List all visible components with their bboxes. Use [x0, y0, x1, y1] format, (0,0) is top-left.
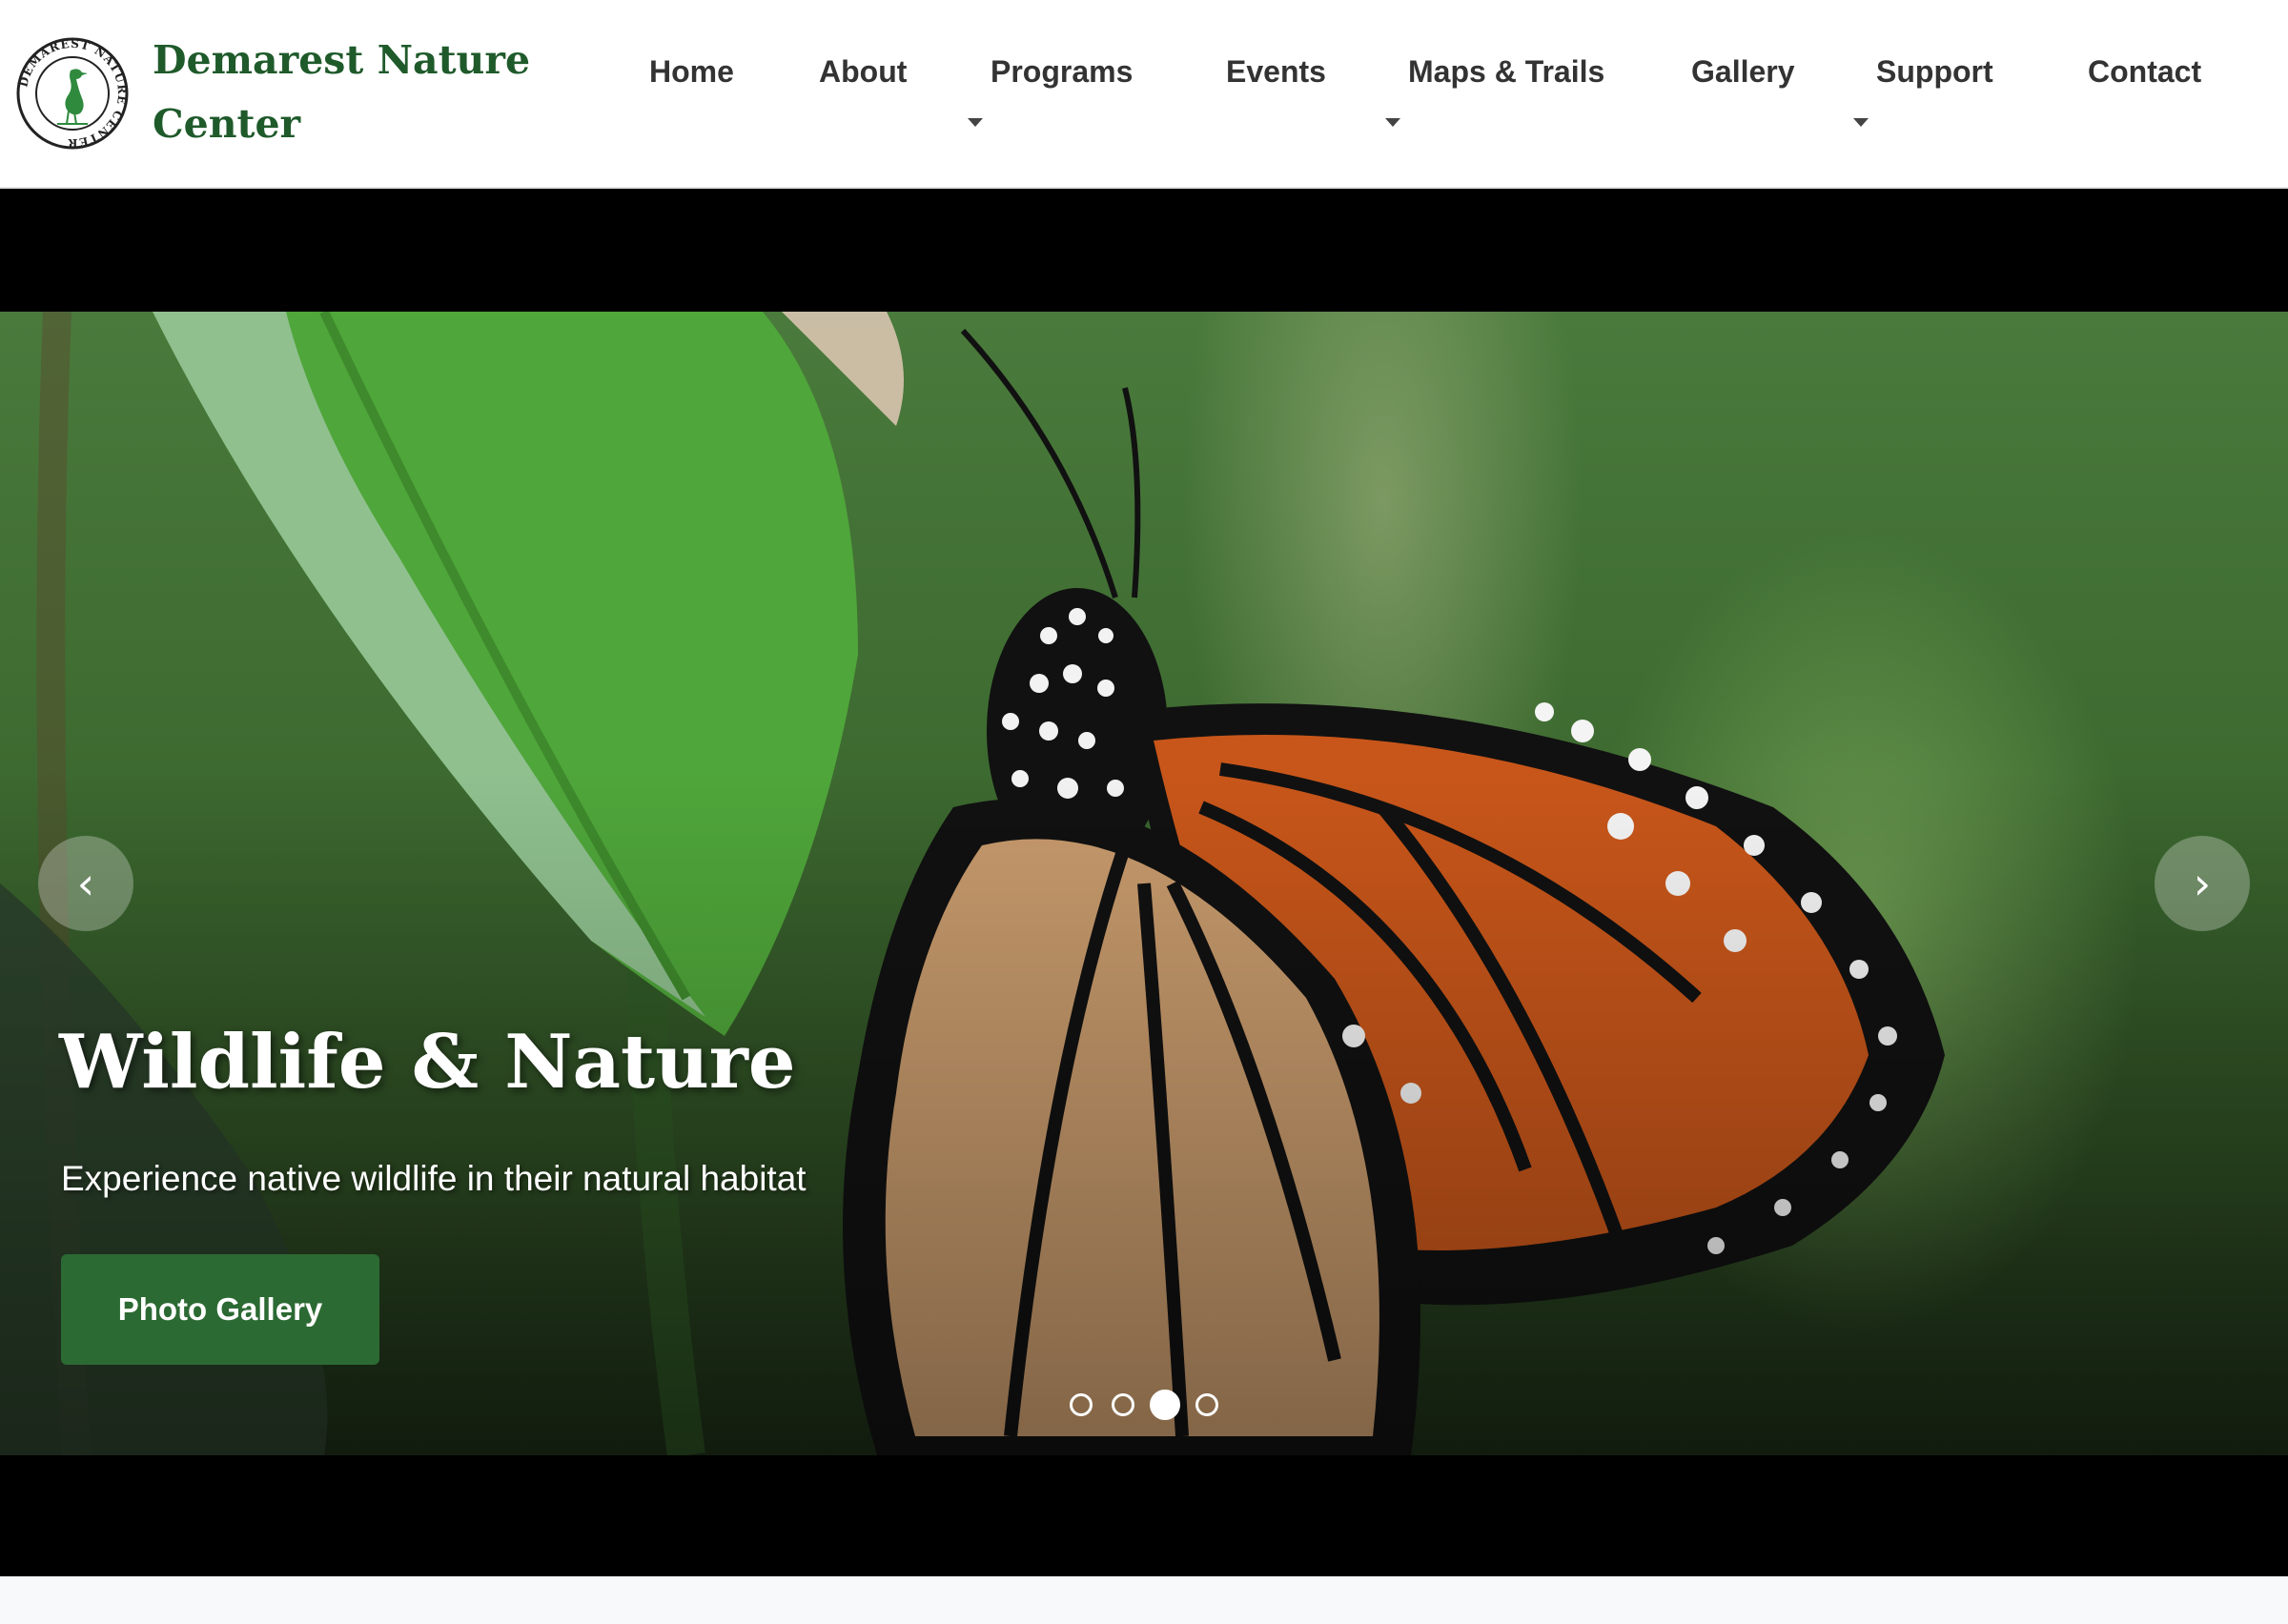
site-title[interactable]: Demarest Nature Center: [153, 29, 572, 156]
programs-dropdown-caret-icon[interactable]: [968, 118, 983, 127]
nav-maps-trails[interactable]: Maps & Trails: [1408, 48, 1604, 95]
carousel-dot-2[interactable]: [1112, 1393, 1134, 1416]
maps-trails-dropdown-caret-icon[interactable]: [1385, 118, 1400, 127]
site-title-line-1: Demarest Nature: [153, 37, 531, 83]
content-section-start: [0, 1576, 2288, 1624]
site-header: DEMAREST NATURE CENTER Demarest Nature C…: [0, 0, 2288, 189]
carousel-dot-3[interactable]: [1150, 1390, 1180, 1420]
hero-subtitle: Experience native wildlife in their natu…: [61, 1159, 807, 1198]
carousel-prev-button[interactable]: ‹: [38, 836, 133, 931]
hero-title: Wildlife & Nature: [59, 1019, 796, 1106]
carousel-dot-4[interactable]: [1195, 1393, 1218, 1416]
support-dropdown-caret-icon[interactable]: [1853, 118, 1869, 127]
carousel-next-button[interactable]: ›: [2155, 836, 2250, 931]
carousel-dot-1[interactable]: [1070, 1393, 1093, 1416]
nav-contact[interactable]: Contact: [2088, 48, 2201, 95]
nav-about[interactable]: About: [819, 48, 907, 95]
nav-events[interactable]: Events: [1226, 48, 1326, 95]
nav-gallery[interactable]: Gallery: [1691, 48, 1795, 95]
photo-gallery-button[interactable]: Photo Gallery: [61, 1254, 379, 1365]
nav-support[interactable]: Support: [1876, 48, 1993, 95]
nav-programs[interactable]: Programs: [991, 48, 1133, 95]
site-title-line-2: Center: [153, 101, 301, 147]
logo-seal-icon[interactable]: DEMAREST NATURE CENTER: [15, 36, 130, 151]
nav-home[interactable]: Home: [649, 48, 734, 95]
